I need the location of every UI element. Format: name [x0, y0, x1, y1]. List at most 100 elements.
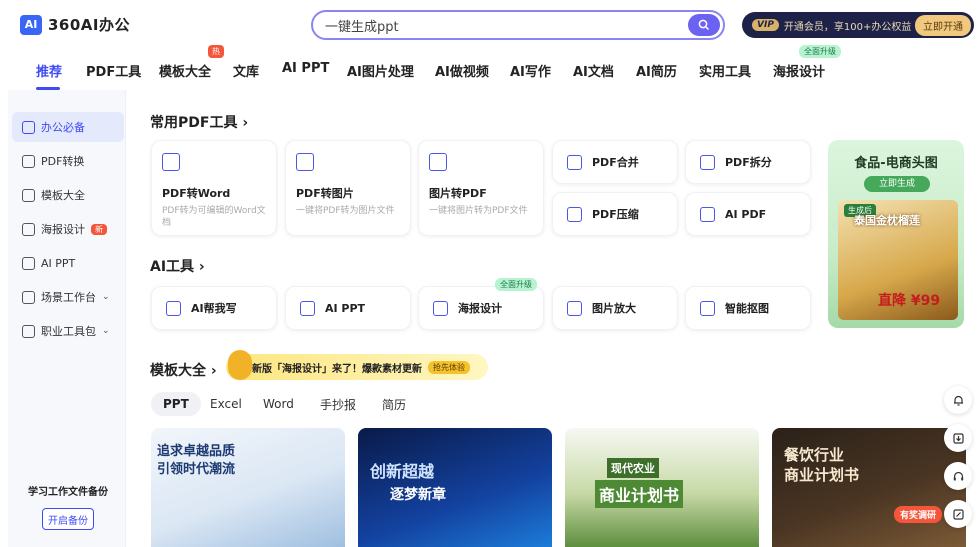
thumb-line2: 商业计划书 — [595, 480, 684, 508]
search-bar[interactable]: 一键生成ppt — [311, 10, 725, 40]
card-title: PDF拆分 — [725, 156, 772, 169]
nav-templates[interactable]: 模板大全 — [159, 61, 211, 80]
sidebar-item-poster-design[interactable]: 海报设计 新 — [12, 214, 124, 244]
sidebar-item-career-toolkit[interactable]: 职业工具包 ⌄ — [12, 316, 124, 346]
backup-panel: 学习工作文件备份 开启备份 — [20, 483, 116, 543]
pdf-to-word-card[interactable]: PDF转Word PDF转为可编辑的Word文档 — [151, 140, 277, 236]
card-title: PDF转Word — [162, 187, 231, 200]
template-thumbnail[interactable]: 追求卓越品质 引领时代潮流 — [151, 428, 345, 547]
nav-ai-video[interactable]: AI做视频 — [435, 61, 489, 80]
mascot-icon — [228, 350, 252, 380]
nav-pdf-tools[interactable]: PDF工具 — [86, 61, 141, 80]
thumb-line1: 创新超越 — [370, 462, 435, 481]
split-icon — [700, 154, 715, 170]
sidebar-item-label: 场景工作台 — [41, 291, 96, 304]
card-title: AI帮我写 — [191, 302, 237, 315]
smart-cutout-card[interactable]: 智能抠图 — [685, 286, 811, 330]
poster-design-card[interactable]: 海报设计 — [418, 286, 544, 330]
filter-resume[interactable]: 简历 — [382, 392, 406, 416]
filter-handcopy[interactable]: 手抄报 — [320, 392, 356, 416]
pdf-merge-card[interactable]: PDF合并 — [552, 140, 678, 184]
filter-ppt[interactable]: PPT — [151, 392, 201, 416]
ai-write-card[interactable]: AI帮我写 — [151, 286, 277, 330]
enable-backup-button[interactable]: 开启备份 — [42, 508, 94, 530]
sidebar-item-templates[interactable]: 模板大全 — [12, 180, 124, 210]
compress-icon — [567, 206, 582, 222]
card-title: PDF压缩 — [592, 208, 639, 221]
pdf-to-image-card[interactable]: PDF转图片 一键将PDF转为图片文件 — [285, 140, 411, 236]
bell-icon[interactable] — [944, 386, 972, 414]
filter-excel[interactable]: Excel — [210, 392, 242, 416]
nav-ai-resume[interactable]: AI简历 — [636, 61, 677, 80]
card-title: 智能抠图 — [725, 302, 769, 315]
template-section-title[interactable]: 模板大全 › — [150, 360, 217, 380]
briefcase-icon — [22, 120, 35, 134]
image-upscale-card[interactable]: 图片放大 — [552, 286, 678, 330]
promo-banner[interactable]: 食品-电商头图 立即生成 生成后 泰国金枕榴莲 直降 ¥99 — [828, 140, 964, 328]
sidebar-item-office-essentials[interactable]: 办公必备 — [12, 112, 124, 142]
logo-text: 360AI办公 — [48, 16, 131, 34]
nav-library[interactable]: 文库 — [233, 61, 259, 80]
nav-ai-writing[interactable]: AI写作 — [510, 61, 551, 80]
card-title: AI PDF — [725, 207, 767, 221]
sidebar-item-pdf-convert[interactable]: PDF转换 — [12, 146, 124, 176]
design-icon — [22, 222, 35, 236]
sidebar-item-label: AI PPT — [41, 256, 76, 270]
announcement-text: 新版「海报设计」来了！爆款素材更新 — [252, 363, 422, 375]
nav-ai-ppt[interactable]: AI PPT — [282, 61, 329, 76]
filter-word[interactable]: Word — [263, 392, 294, 416]
ai-upgrade-badge: 全面升级 — [495, 278, 537, 291]
logo[interactable]: AI 360AI办公 — [20, 14, 130, 35]
vip-open-button[interactable]: 立即开通 — [915, 15, 971, 36]
nav-recommend[interactable]: 推荐 — [36, 61, 62, 80]
card-desc: 一键将PDF转为图片文件 — [296, 206, 395, 216]
ai-ppt-card[interactable]: AI PPT — [285, 286, 411, 330]
card-title: 海报设计 — [458, 302, 502, 315]
announcement-banner[interactable]: 新版「海报设计」来了！爆款素材更新 抢先体验 — [226, 354, 488, 380]
upgrade-badge: 全面升级 — [799, 45, 841, 58]
merge-icon — [567, 154, 582, 170]
card-title: PDF合并 — [592, 156, 639, 169]
promo-title: 食品-电商头图 — [854, 156, 938, 171]
sidebar-item-scene-workbench[interactable]: 场景工作台 ⌄ — [12, 282, 124, 312]
thumb-line1: 现代农业 — [607, 458, 659, 478]
nav-ai-docs[interactable]: AI文档 — [573, 61, 614, 80]
promo-headline: 泰国金枕榴莲 — [854, 214, 920, 227]
ai-pdf-card[interactable]: AI PDF — [685, 192, 811, 236]
cutout-icon — [700, 300, 715, 316]
new-tag: 新 — [91, 223, 107, 235]
edit-icon[interactable] — [944, 500, 972, 528]
upscale-icon — [567, 300, 582, 316]
search-button[interactable] — [688, 14, 720, 36]
write-icon — [166, 300, 181, 316]
template-thumbnail[interactable]: 现代农业 商业计划书 — [565, 428, 759, 547]
pdf-compress-card[interactable]: PDF压缩 — [552, 192, 678, 236]
image-to-pdf-icon — [429, 153, 447, 171]
convert-icon — [22, 154, 35, 168]
vip-promo-bar[interactable]: VIP 开通会员，享100+办公权益 立即开通 — [742, 12, 974, 38]
pdf-to-word-icon — [162, 153, 180, 171]
download-icon[interactable] — [944, 424, 972, 452]
template-thumbnail[interactable]: 创新超越 逐梦新章 — [358, 428, 552, 547]
pdf-section-title[interactable]: 常用PDF工具 › — [150, 112, 248, 132]
nav-poster-design[interactable]: 海报设计 — [773, 61, 825, 80]
pdf-split-card[interactable]: PDF拆分 — [685, 140, 811, 184]
card-desc: PDF转为可编辑的Word文档 — [162, 206, 266, 228]
thumb-line2: 商业计划书 — [784, 466, 860, 484]
sidebar-item-ai-ppt[interactable]: AI PPT — [12, 248, 124, 278]
search-input[interactable]: 一键生成ppt — [325, 16, 399, 35]
announcement-tag[interactable]: 抢先体验 — [428, 360, 470, 374]
sidebar: 办公必备 PDF转换 模板大全 海报设计 新 AI PPT 场景工作台 ⌄ 职业… — [8, 90, 126, 547]
survey-badge[interactable]: 有奖调研 — [894, 506, 943, 523]
sidebar-item-label: PDF转换 — [41, 155, 85, 168]
nav-utility-tools[interactable]: 实用工具 — [699, 61, 751, 80]
nav-ai-image[interactable]: AI图片处理 — [347, 61, 414, 80]
design-icon — [433, 300, 448, 316]
search-icon — [698, 19, 710, 31]
headset-icon[interactable] — [944, 462, 972, 490]
template-thumbnail[interactable]: 餐饮行业 商业计划书 有奖调研 — [772, 428, 966, 547]
promo-generate-button[interactable]: 立即生成 — [864, 176, 930, 192]
ai-section-title[interactable]: AI工具 › — [150, 256, 205, 276]
ppt-icon — [300, 300, 315, 316]
image-to-pdf-card[interactable]: 图片转PDF 一键将图片转为PDF文件 — [418, 140, 544, 236]
